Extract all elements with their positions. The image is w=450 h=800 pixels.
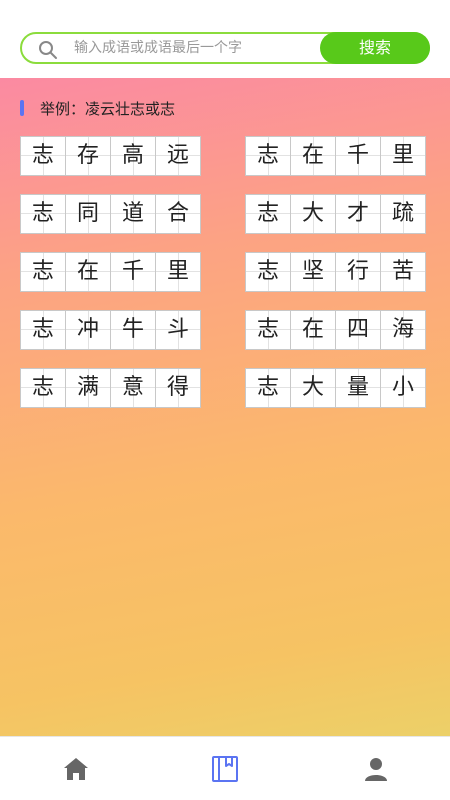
- idiom-char: 小: [380, 368, 426, 408]
- search-button[interactable]: 搜索: [320, 32, 430, 64]
- idiom-char: 志: [20, 136, 66, 176]
- idiom-list-area: 举例：凌云壮志或志 志 存 高 远 志 同 道 合 志 在 千 里 志 冲 牛 …: [0, 78, 450, 736]
- idiom-char: 志: [20, 368, 66, 408]
- idiom-char: 在: [290, 310, 336, 350]
- idiom-char: 合: [155, 194, 201, 234]
- idiom-char: 千: [335, 136, 381, 176]
- idiom-card[interactable]: 志 在 千 里: [20, 252, 205, 292]
- idiom-char: 千: [110, 252, 156, 292]
- idiom-char: 意: [110, 368, 156, 408]
- idiom-char: 高: [110, 136, 156, 176]
- idiom-char: 量: [335, 368, 381, 408]
- idiom-card[interactable]: 志 同 道 合: [20, 194, 205, 234]
- idiom-char: 坚: [290, 252, 336, 292]
- idiom-char: 行: [335, 252, 381, 292]
- idiom-char: 远: [155, 136, 201, 176]
- idiom-card[interactable]: 志 在 四 海: [245, 310, 430, 350]
- idiom-char: 存: [65, 136, 111, 176]
- home-icon[interactable]: [60, 753, 92, 785]
- idiom-char: 里: [155, 252, 201, 292]
- idiom-char: 苦: [380, 252, 426, 292]
- book-icon[interactable]: [209, 753, 241, 785]
- idiom-char: 志: [245, 310, 291, 350]
- idiom-char: 四: [335, 310, 381, 350]
- user-icon[interactable]: [360, 753, 392, 785]
- idiom-char: 在: [290, 136, 336, 176]
- example-hint: 举例：凌云壮志或志: [20, 98, 175, 118]
- idiom-char: 满: [65, 368, 111, 408]
- idiom-char: 志: [245, 368, 291, 408]
- idiom-char: 志: [20, 194, 66, 234]
- idiom-card[interactable]: 志 在 千 里: [245, 136, 430, 176]
- idiom-char: 志: [245, 136, 291, 176]
- idiom-card[interactable]: 志 大 才 疏: [245, 194, 430, 234]
- idiom-char: 道: [110, 194, 156, 234]
- example-text: 举例：凌云壮志或志: [40, 99, 176, 118]
- idiom-card[interactable]: 志 大 量 小: [245, 368, 430, 408]
- idiom-char: 志: [20, 310, 66, 350]
- idiom-card[interactable]: 志 冲 牛 斗: [20, 310, 205, 350]
- idiom-char: 志: [245, 194, 291, 234]
- search-placeholder: 输入成语或成语最后一个字: [74, 40, 242, 56]
- bottom-nav: [0, 736, 450, 800]
- idiom-char: 冲: [65, 310, 111, 350]
- idiom-char: 疏: [380, 194, 426, 234]
- idiom-char: 里: [380, 136, 426, 176]
- idiom-char: 在: [65, 252, 111, 292]
- idiom-char: 志: [245, 252, 291, 292]
- idiom-card[interactable]: 志 坚 行 苦: [245, 252, 430, 292]
- search-icon: [38, 40, 58, 60]
- idiom-card[interactable]: 志 满 意 得: [20, 368, 205, 408]
- idiom-card[interactable]: 志 存 高 远: [20, 136, 205, 176]
- idiom-char: 海: [380, 310, 426, 350]
- idiom-char: 大: [290, 194, 336, 234]
- idiom-char: 得: [155, 368, 201, 408]
- search-header: 输入成语或成语最后一个字 搜索: [0, 0, 450, 78]
- search-input[interactable]: 输入成语或成语最后一个字 搜索: [20, 32, 430, 64]
- idiom-char: 志: [20, 252, 66, 292]
- idiom-char: 才: [335, 194, 381, 234]
- idiom-char: 同: [65, 194, 111, 234]
- idiom-char: 斗: [155, 310, 201, 350]
- example-marker: [20, 100, 24, 116]
- idiom-char: 大: [290, 368, 336, 408]
- idiom-char: 牛: [110, 310, 156, 350]
